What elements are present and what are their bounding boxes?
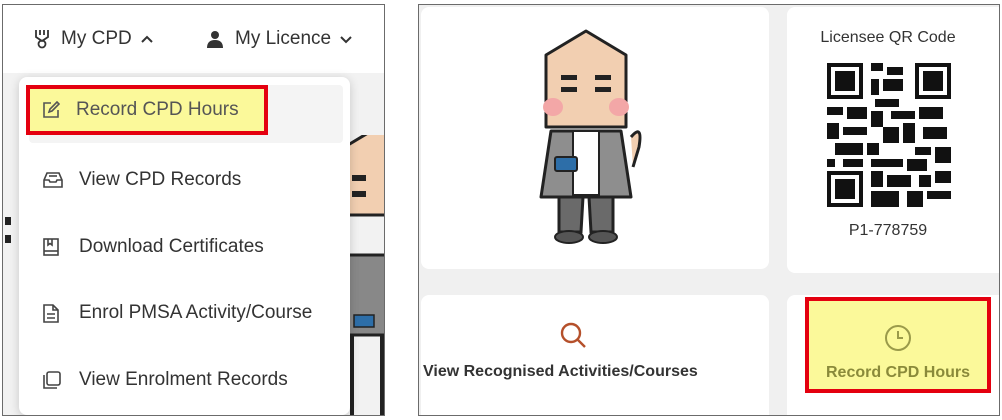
menu-item-enrol-pmsa-activity[interactable]: Enrol PMSA Activity/Course <box>29 284 343 342</box>
chevron-up-icon <box>140 34 154 44</box>
chevron-down-icon <box>339 34 353 44</box>
record-card-label: Record CPD Hours <box>825 364 971 381</box>
medal-icon <box>34 29 50 49</box>
inbox-icon <box>43 172 69 188</box>
background-fragment <box>5 217 11 243</box>
licensee-qr-card: Licensee QR Code P1-778759 <box>787 7 999 273</box>
view-recognised-activities-card[interactable]: View Recognised Activities/Courses <box>421 295 769 415</box>
menu-item-view-enrolment-records[interactable]: View Enrolment Records <box>29 351 343 409</box>
nav-my-licence[interactable]: My Licence <box>206 25 353 53</box>
edit-square-icon <box>42 101 68 119</box>
my-cpd-dropdown-menu: Record CPD Hours View CPD Records Downlo… <box>19 77 350 415</box>
nav-my-cpd[interactable]: My CPD <box>34 25 154 53</box>
copy-icon <box>43 371 69 389</box>
menu-item-download-certificates[interactable]: Download Certificates <box>29 218 343 276</box>
nav-my-licence-label: My Licence <box>235 28 332 49</box>
highlight-record-cpd-hours[interactable]: Record CPD Hours <box>26 85 268 135</box>
activities-card-label: View Recognised Activities/Courses <box>423 363 698 380</box>
clock-icon <box>883 323 913 358</box>
user-icon <box>206 30 224 48</box>
highlight-record-cpd-hours-card[interactable]: Record CPD Hours <box>805 297 991 393</box>
avatar-card <box>421 7 769 269</box>
right-panel: Licensee QR Code P1-778759 View Recognis… <box>418 4 1000 416</box>
left-panel: My CPD My Licence Recor <box>2 4 385 416</box>
top-navigation-bar: My CPD My Licence <box>3 5 384 73</box>
qr-card-title: Licensee QR Code <box>820 29 956 46</box>
licence-id: P1-778759 <box>848 222 928 239</box>
menu-item-view-cpd-records[interactable]: View CPD Records <box>29 151 343 209</box>
certificate-book-icon <box>43 238 69 256</box>
record-cpd-hours-card[interactable]: Record CPD Hours <box>787 295 999 415</box>
mascot-illustration <box>539 29 642 244</box>
document-icon <box>43 303 69 323</box>
search-icon <box>558 320 588 355</box>
nav-my-cpd-label: My CPD <box>61 28 132 49</box>
qr-code-image[interactable] <box>827 63 951 207</box>
